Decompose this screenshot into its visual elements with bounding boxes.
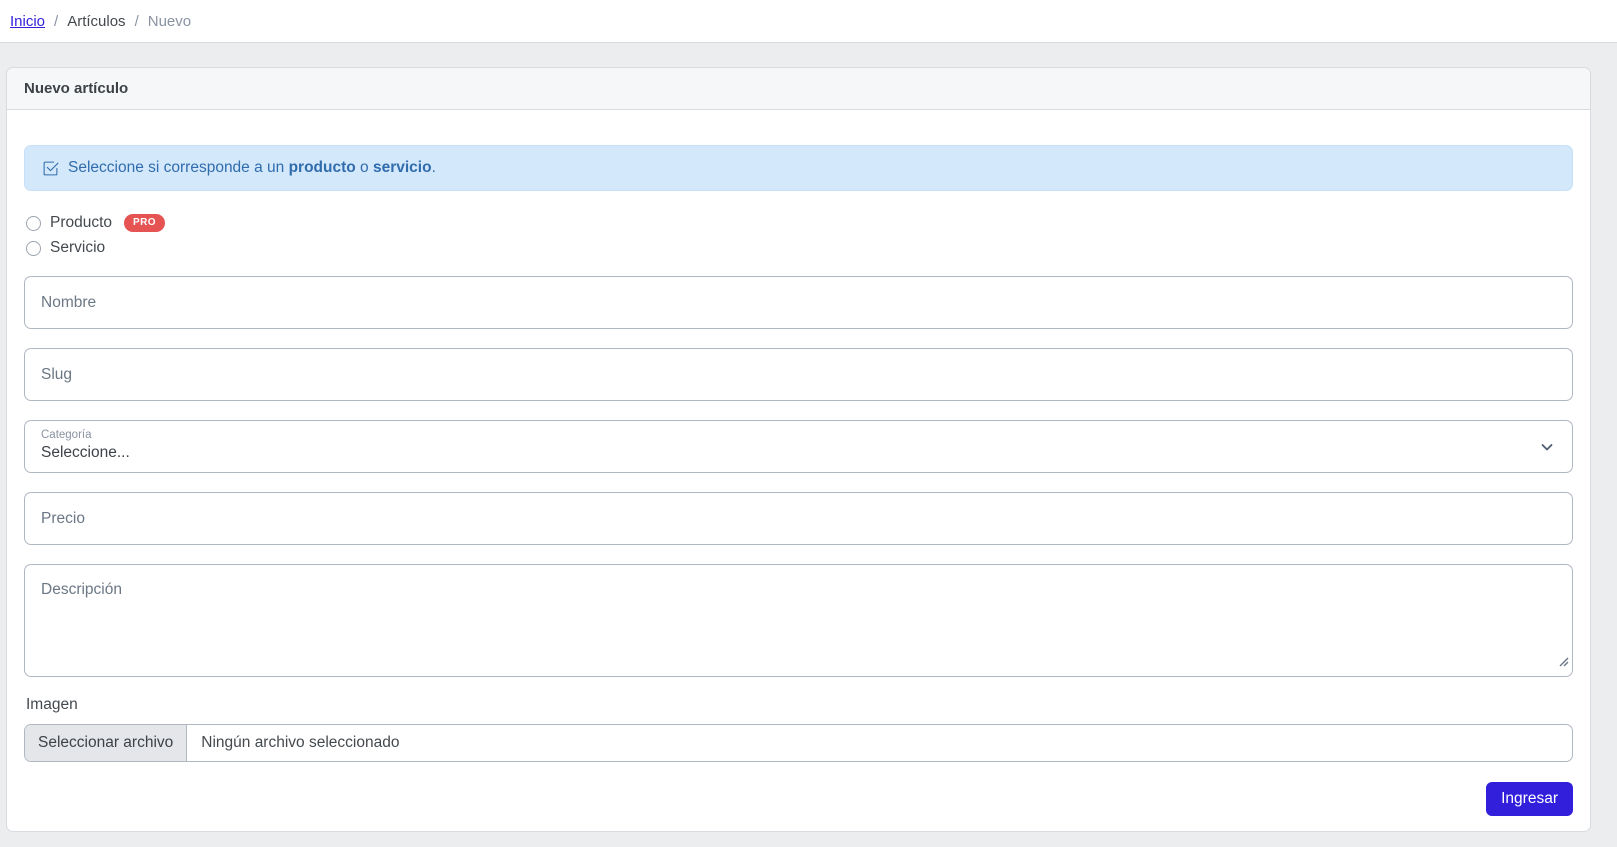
form-actions: Ingresar xyxy=(24,782,1573,816)
check-square-icon xyxy=(42,160,59,177)
breadcrumb-item-nuevo: Nuevo xyxy=(147,12,192,30)
radio-servicio[interactable] xyxy=(26,240,41,256)
breadcrumb-separator: / xyxy=(54,12,59,30)
categoria-select[interactable]: Categoría Seleccione... xyxy=(24,420,1573,473)
file-status-text: Ningún archivo seleccionado xyxy=(201,734,400,751)
file-choose-button[interactable]: Seleccionar archivo xyxy=(25,725,188,761)
submit-button[interactable]: Ingresar xyxy=(1486,782,1573,816)
field-categoria: Categoría Seleccione... xyxy=(24,420,1573,473)
info-alert: Seleccione si corresponde a un producto … xyxy=(24,145,1573,191)
radio-servicio-label[interactable]: Servicio xyxy=(50,239,105,257)
radio-row-producto: Producto PRO xyxy=(26,214,1573,232)
breadcrumb-link-inicio[interactable]: Inicio xyxy=(10,13,45,30)
card-title: Nuevo artículo xyxy=(7,68,1590,110)
breadcrumb-item-articulos[interactable]: Artículos xyxy=(67,13,125,30)
top-bar: Inicio / Artículos / Nuevo xyxy=(0,0,1617,43)
breadcrumb-separator: / xyxy=(134,12,139,30)
slug-input[interactable] xyxy=(24,348,1573,401)
imagen-file-input[interactable]: Seleccionar archivo Ningún archivo selec… xyxy=(24,724,1573,762)
field-precio xyxy=(24,492,1573,545)
radio-row-servicio: Servicio xyxy=(26,239,1573,257)
imagen-label: Imagen xyxy=(26,696,78,713)
radio-producto[interactable] xyxy=(26,215,41,231)
nombre-input[interactable] xyxy=(24,276,1573,329)
precio-input[interactable] xyxy=(24,492,1573,545)
new-article-card: Nuevo artículo Seleccione si corresponde… xyxy=(6,67,1591,832)
chevron-down-icon xyxy=(1539,439,1555,455)
page-content: Nuevo artículo Seleccione si corresponde… xyxy=(0,43,1617,832)
new-article-form: Seleccione si corresponde a un producto … xyxy=(7,110,1590,831)
descripcion-textarea[interactable] xyxy=(24,564,1573,677)
breadcrumb: Inicio / Artículos / Nuevo xyxy=(10,13,191,30)
field-nombre xyxy=(24,276,1573,329)
field-slug xyxy=(24,348,1573,401)
alert-text: Seleccione si corresponde a un producto … xyxy=(68,159,436,176)
field-descripcion xyxy=(24,564,1573,677)
categoria-label: Categoría xyxy=(41,429,92,441)
radio-producto-label[interactable]: Producto xyxy=(50,214,112,232)
categoria-selected-value: Seleccione... xyxy=(41,443,130,461)
pro-badge: PRO xyxy=(124,214,165,232)
